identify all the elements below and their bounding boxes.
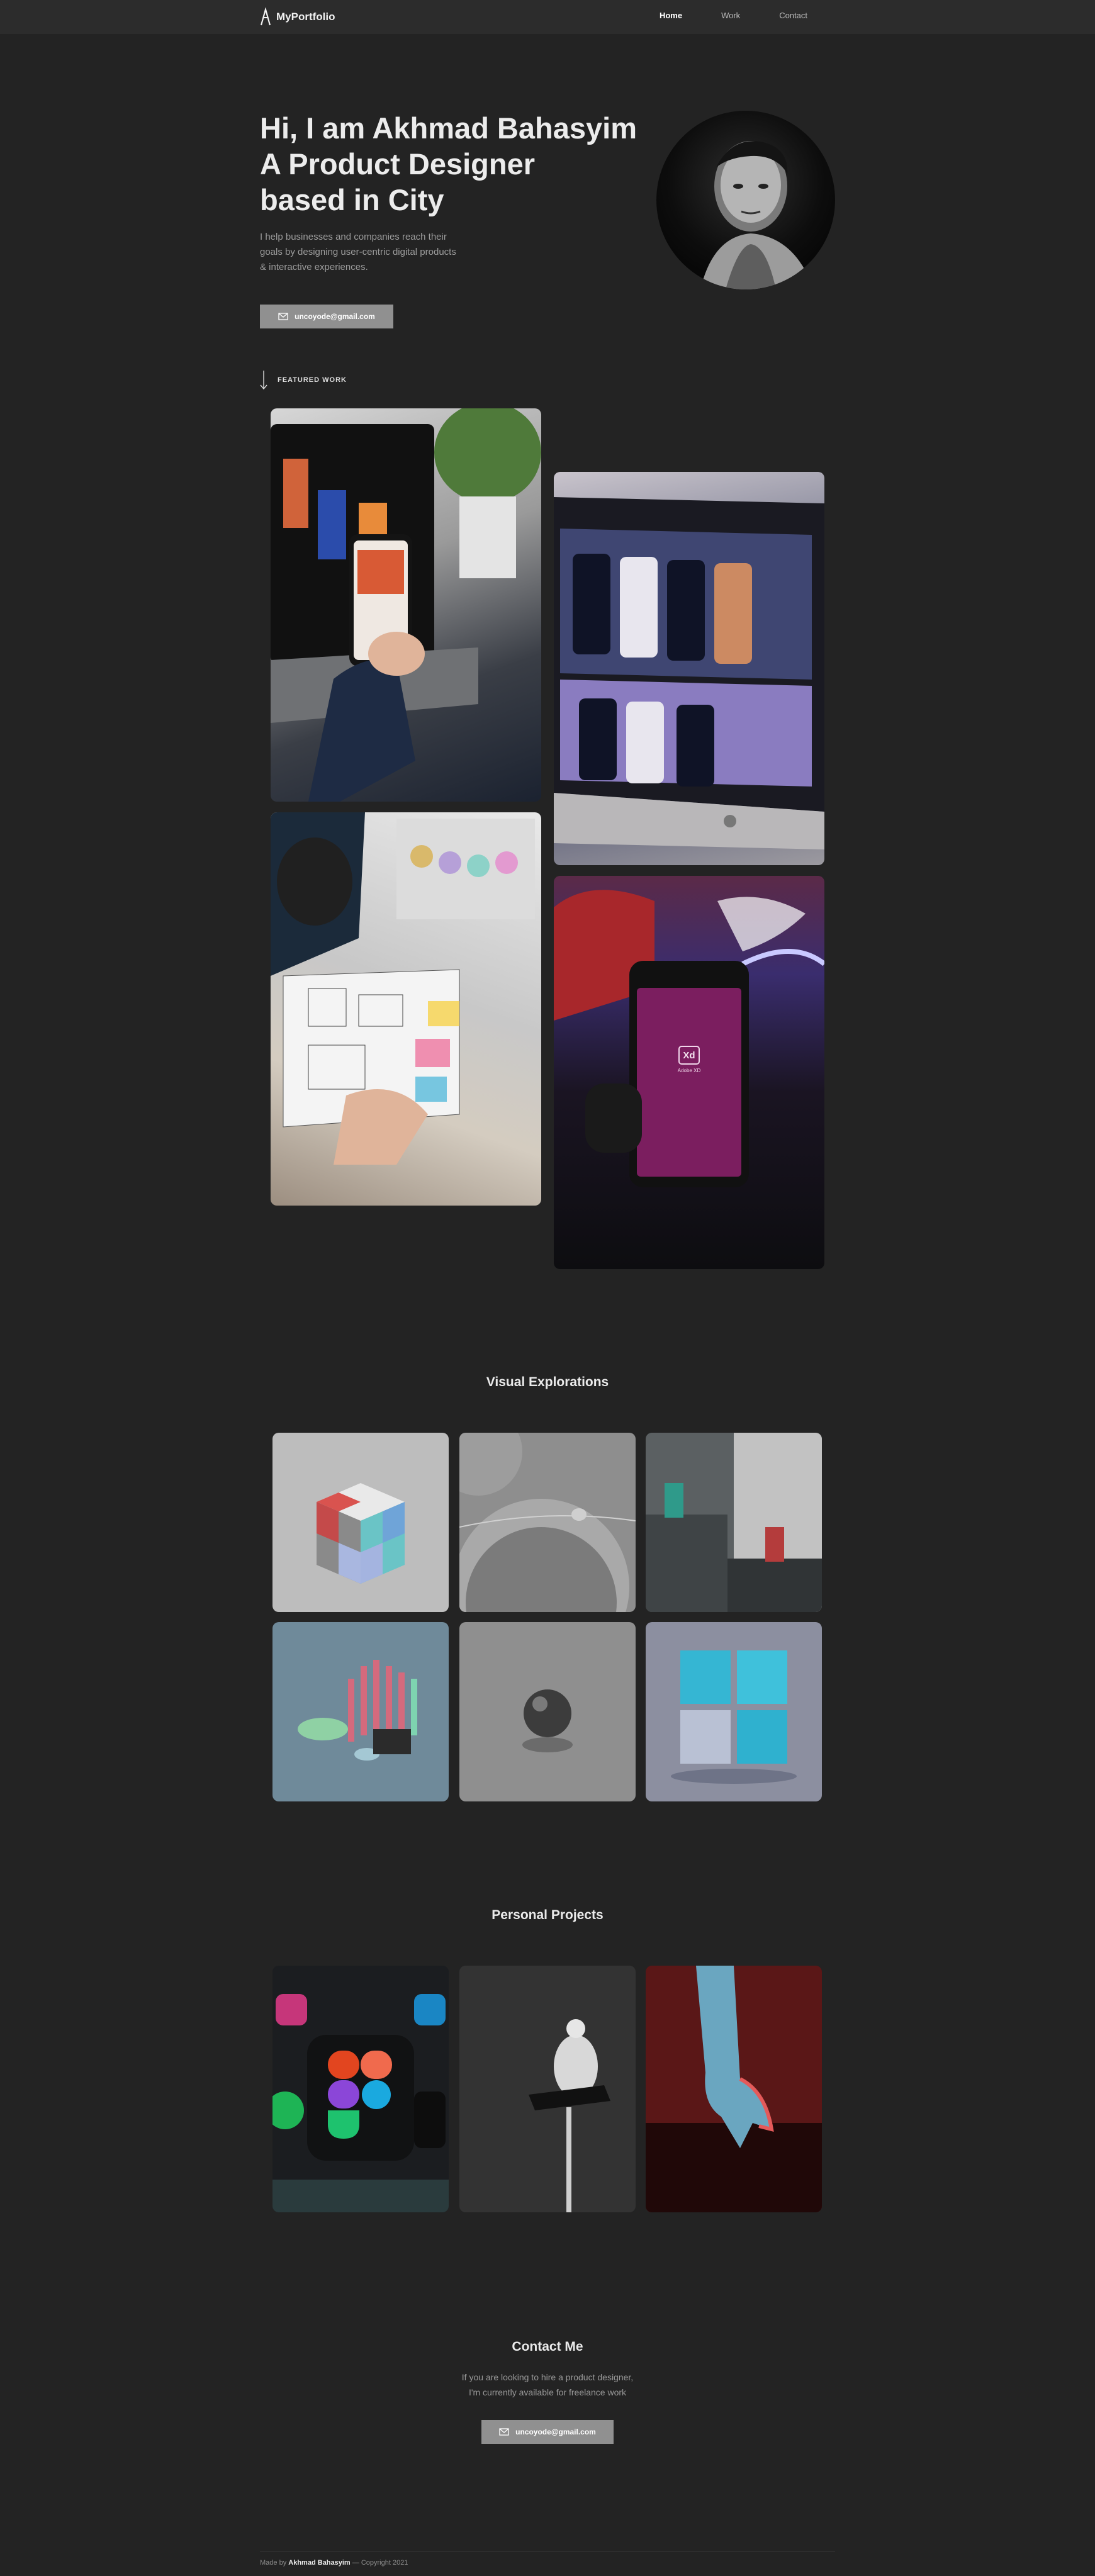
statue-image — [459, 1966, 636, 2212]
mail-icon — [278, 313, 288, 320]
contact-email-button[interactable]: uncoyode@gmail.com — [481, 2420, 614, 2444]
project-tile-statue[interactable] — [459, 1966, 636, 2212]
mail-icon — [499, 2428, 509, 2436]
panels-image — [671, 1650, 797, 1784]
contact-line-1: If you are looking to hire a product des… — [461, 2372, 634, 2382]
cube-image — [317, 1483, 405, 1584]
project-tile-social-icons[interactable] — [272, 1966, 449, 2212]
footer-suffix: — Copyright 2021 — [352, 2559, 408, 2567]
stairs-image — [298, 1660, 417, 1761]
curve-image — [459, 1433, 636, 1612]
featured-work-label: FEATURED WORK — [260, 370, 347, 390]
footer-credit: Made by Akhmad Bahasyim — Copyright 2021 — [260, 2559, 408, 2567]
contact-line-2: I'm currently available for freelance wo… — [468, 2387, 627, 2397]
exploration-tile-panels[interactable] — [646, 1622, 822, 1801]
nav-link-contact[interactable]: Contact — [779, 11, 807, 20]
hero-email-button[interactable]: uncoyode@gmail.com — [260, 305, 393, 328]
visual-explorations-title: Visual Explorations — [486, 1375, 609, 1389]
nav-links: Home Work Contact — [620, 11, 807, 20]
exploration-tile-curve[interactable] — [459, 1433, 636, 1612]
exploration-tile-sphere[interactable] — [459, 1622, 636, 1801]
sketching-image — [271, 812, 535, 1165]
contact-email-label: uncoyode@gmail.com — [515, 2428, 596, 2436]
chairs-image — [646, 1433, 822, 1612]
featured-work-text: FEATURED WORK — [278, 376, 347, 384]
hero-subtitle: I help businesses and companies reach th… — [260, 232, 456, 272]
nav-link-work[interactable]: Work — [721, 11, 740, 20]
profile-avatar — [656, 111, 835, 289]
sphere-image — [522, 1689, 573, 1752]
logo-mark-icon — [260, 8, 271, 26]
exploration-tile-cube[interactable] — [272, 1433, 449, 1612]
arrow-down-icon — [260, 371, 267, 390]
personal-projects-title: Personal Projects — [491, 1908, 604, 1922]
nav-link-home[interactable]: Home — [660, 11, 682, 20]
adobe-xd-logo: Xd — [678, 1046, 700, 1065]
hero-title: Hi, I am Akhmad Bahasyim A Product Desig… — [260, 110, 663, 218]
hero-title-line-3: based in City — [260, 183, 444, 216]
contact-title: Contact Me — [512, 2339, 583, 2354]
project-tile-hand[interactable] — [646, 1966, 822, 2212]
adobe-xd-label: Adobe XD — [677, 1068, 701, 1073]
footer-prefix: Made by — [260, 2559, 287, 2567]
featured-work-card-laptop-phone[interactable] — [271, 408, 541, 802]
brand-logo[interactable]: MyPortfolio — [260, 6, 335, 28]
top-navbar: MyPortfolio Home Work Contact — [0, 0, 1095, 34]
featured-work-card-sketching[interactable] — [271, 812, 541, 1206]
imac-image — [554, 497, 824, 849]
portrait-image — [700, 141, 814, 289]
hero-title-line-1: Hi, I am Akhmad Bahasyim — [260, 111, 637, 145]
footer-author: Akhmad Bahasyim — [288, 2559, 351, 2567]
exploration-tile-stairs[interactable] — [272, 1622, 449, 1801]
featured-work-card-imac[interactable] — [554, 472, 824, 865]
laptop-phone-image — [271, 408, 541, 802]
social-icons-image — [272, 1994, 449, 2212]
hero-email-label: uncoyode@gmail.com — [295, 312, 375, 321]
contact-description: If you are looking to hire a product des… — [0, 2370, 1095, 2400]
featured-work-card-adobe-xd[interactable]: Xd Adobe XD — [554, 876, 824, 1269]
exploration-tile-chairs[interactable] — [646, 1433, 822, 1612]
hand-image — [646, 1966, 822, 2212]
hero-title-line-2: A Product Designer — [260, 147, 535, 181]
brand-name: MyPortfolio — [276, 11, 335, 23]
